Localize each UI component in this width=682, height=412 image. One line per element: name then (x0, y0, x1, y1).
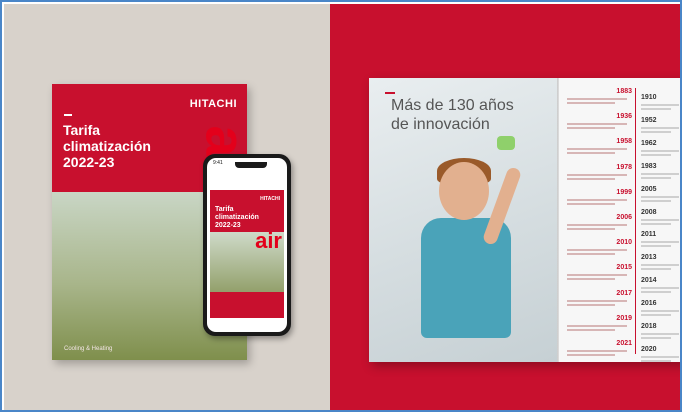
timeline-text-line (567, 148, 627, 151)
phone-catalog-preview: HITACHI Tarifa climatización 2022-23 air (210, 190, 284, 318)
timeline-text-line (567, 152, 615, 155)
timeline-text-line (567, 127, 615, 130)
timeline-year-left: 2006 (616, 214, 632, 221)
timeline-text-line (641, 222, 671, 225)
phone-notch (235, 162, 267, 168)
timeline-text-line (641, 314, 671, 317)
timeline-text-line (641, 199, 671, 202)
timeline-text-line (567, 177, 615, 180)
timeline-text-line (641, 130, 671, 133)
phone-brand-logo: HITACHI (260, 196, 280, 202)
timeline-text-line (567, 354, 615, 356)
magazine-headline: Más de 130 años de innovación (391, 96, 514, 134)
timeline-year-left: 1999 (616, 188, 632, 196)
timeline-text-line (641, 176, 671, 179)
timeline-year-left: 1883 (616, 88, 632, 95)
phone-screen: 9:41 HITACHI Tarifa climatización 2022-2… (207, 158, 287, 332)
timeline-text-line (567, 202, 615, 205)
timeline-text-line (567, 299, 627, 302)
timeline-text-line (641, 195, 679, 198)
catalog-footer: Cooling & Heating (64, 346, 113, 352)
phone-title-line2: climatización (215, 214, 259, 221)
timeline-text-line (567, 328, 615, 331)
timeline-text-line (641, 104, 679, 106)
phone-title-line3: 2022-23 (215, 222, 241, 229)
timeline-year-right: 2014 (641, 277, 657, 285)
timeline-text-line (641, 108, 671, 110)
boy-illustration (399, 136, 539, 362)
timeline-text-line (641, 172, 679, 175)
timeline-text-line (641, 149, 679, 152)
timeline-text-line (641, 264, 679, 267)
timeline-text-line (567, 324, 627, 327)
timeline-text-line (641, 126, 679, 129)
timeline-year-left: 2021 (616, 340, 632, 347)
phone-air-word: air (255, 228, 282, 253)
timeline-year-right: 2005 (641, 185, 657, 193)
timeline-year-left: 1958 (616, 138, 632, 146)
magazine-headline-line2: de innovación (391, 116, 490, 133)
timeline-text-line (567, 98, 627, 100)
timeline-text-line (641, 337, 671, 340)
timeline-text-line (567, 278, 615, 281)
timeline-text-line (641, 360, 671, 362)
phone-title-line1: Tarifa (215, 206, 234, 213)
timeline-text-line (641, 287, 679, 290)
timeline-text-line (641, 310, 679, 313)
timeline-text-line (567, 350, 627, 352)
timeline-text-line (641, 356, 679, 358)
catalog-brand-logo: HITACHI (189, 98, 237, 110)
timeline-year-right: 1983 (641, 162, 657, 170)
timeline-year-right: 2013 (641, 254, 657, 262)
timeline-year-right: 1952 (641, 116, 657, 124)
timeline-text-line (641, 291, 671, 294)
timeline-text-line (641, 245, 671, 248)
boy-head (439, 162, 489, 220)
phone-status-time: 9:41 (213, 160, 223, 166)
timeline-year-right: 2011 (641, 231, 657, 239)
timeline-year-right: 2008 (641, 208, 657, 216)
timeline-year-left: 1978 (616, 163, 632, 171)
phone-title: Tarifa climatización 2022-23 (215, 206, 259, 230)
catalog-title-line3: 2022-23 (63, 154, 115, 170)
open-magazine: Más de 130 años de innovación 1883 1936 19… (369, 78, 680, 362)
catalog-title: Tarifa climatización 2022-23 (63, 122, 151, 170)
timeline-text-line (567, 198, 627, 201)
timeline-year-left: 2010 (616, 239, 632, 247)
magazine-left-page: Más de 130 años de innovación (369, 78, 559, 362)
timeline-year-right: 1910 (641, 94, 657, 101)
timeline-text-line (641, 218, 679, 221)
image-frame: HITACHI Tarifa climatización 2022-23 air… (0, 0, 682, 412)
timeline-text-line (567, 303, 615, 306)
catalog-accent-dash (64, 114, 72, 116)
timeline-year-right: 1962 (641, 139, 657, 147)
timeline-year-left: 1936 (616, 113, 632, 121)
timeline-year-right: 2018 (641, 323, 657, 331)
timeline-text-line (641, 268, 671, 271)
timeline-text-line (567, 123, 627, 126)
timeline-text-line (567, 274, 627, 277)
timeline-year-left: 2015 (616, 264, 632, 272)
timeline-text-line (567, 249, 627, 252)
timeline-year-left: 2019 (616, 314, 632, 322)
timeline-text-line (641, 241, 679, 244)
magazine-headline-line1: Más de 130 años (391, 97, 514, 114)
magazine-accent-dash (385, 92, 395, 94)
timeline-text-line (567, 253, 615, 256)
timeline-text-line (567, 173, 627, 176)
catalog-title-line2: climatización (63, 138, 151, 154)
timeline-year-right: 2016 (641, 300, 657, 308)
timeline-line (635, 88, 636, 354)
toy-icon (497, 136, 515, 150)
timeline-text-line (567, 102, 615, 104)
timeline-text-line (641, 333, 679, 336)
timeline-year-left: 2017 (616, 289, 632, 297)
timeline-text-line (567, 228, 615, 230)
catalog-title-line1: Tarifa (63, 122, 101, 138)
timeline-year-right: 2020 (641, 346, 657, 353)
smartphone: 9:41 HITACHI Tarifa climatización 2022-2… (203, 154, 291, 336)
timeline-text-line (641, 153, 671, 156)
timeline-text-line (567, 224, 627, 226)
